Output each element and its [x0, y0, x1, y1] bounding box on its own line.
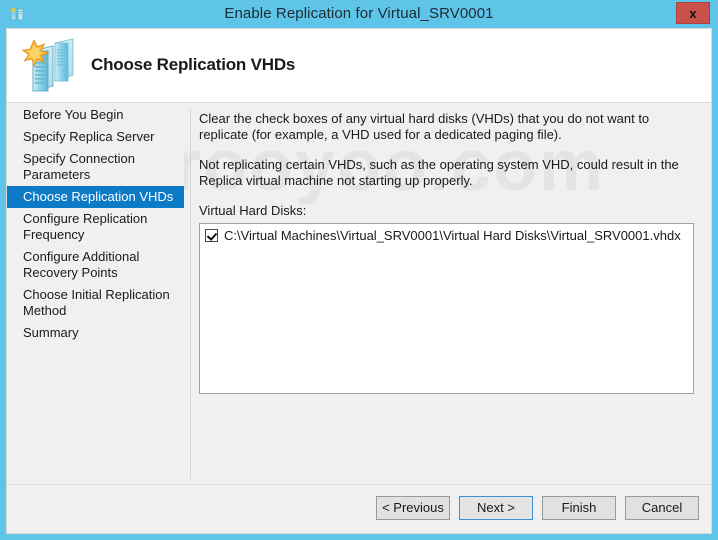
sidebar-item-summary[interactable]: Summary	[7, 322, 184, 344]
vhd-path: C:\Virtual Machines\Virtual_SRV0001\Virt…	[224, 228, 681, 243]
sidebar-item-before-you-begin[interactable]: Before You Begin	[7, 104, 184, 126]
instruction-paragraph-2: Not replicating certain VHDs, such as th…	[199, 157, 679, 188]
vhd-list-label: Virtual Hard Disks:	[199, 203, 307, 218]
page-title: Choose Replication VHDs	[91, 55, 296, 74]
next-button[interactable]: Next >	[459, 496, 533, 520]
wizard-header: Choose Replication VHDs	[7, 29, 711, 103]
sidebar-item-configure-replication-frequency[interactable]: Configure Replication Frequency	[7, 208, 184, 246]
cancel-button[interactable]: Cancel	[625, 496, 699, 520]
sidebar-item-label: Specify Replica Server	[23, 129, 155, 144]
sidebar-item-label: Summary	[23, 325, 79, 340]
sidebar-item-label: Configure Replication Frequency	[23, 211, 148, 242]
list-item[interactable]: C:\Virtual Machines\Virtual_SRV0001\Virt…	[200, 224, 693, 243]
wizard-step-nav: Before You Begin Specify Replica Server Sp…	[7, 104, 184, 479]
close-icon[interactable]: x	[676, 2, 710, 24]
replication-servers-icon	[19, 33, 83, 97]
vertical-divider	[190, 109, 191, 479]
sidebar-item-label: Configure Additional Recovery Points	[23, 249, 140, 280]
instruction-paragraph-1: Clear the check boxes of any virtual har…	[199, 111, 650, 142]
sidebar-item-choose-replication-vhds[interactable]: Choose Replication VHDs	[7, 186, 184, 208]
previous-button[interactable]: < Previous	[376, 496, 450, 520]
vhd-listbox[interactable]: C:\Virtual Machines\Virtual_SRV0001\Virt…	[199, 223, 694, 394]
vhd-checkbox[interactable]	[205, 229, 218, 242]
sidebar-item-specify-connection-parameters[interactable]: Specify Connection Parameters	[7, 148, 184, 186]
window-title: Enable Replication for Virtual_SRV0001	[224, 5, 494, 22]
enable-replication-wizard-window: Enable Replication for Virtual_SRV0001 x	[0, 0, 718, 540]
dialog-client-area: Choose Replication VHDs firooyoo.com Bef…	[6, 28, 712, 534]
title-bar: Enable Replication for Virtual_SRV0001 x	[0, 0, 718, 28]
finish-button[interactable]: Finish	[542, 496, 616, 520]
sidebar-item-label: Choose Initial Replication Method	[23, 287, 170, 318]
sidebar-item-label: Choose Replication VHDs	[23, 189, 174, 204]
dialog-footer: < Previous Next > Finish Cancel	[7, 485, 711, 533]
main-content: Clear the check boxes of any virtual har…	[199, 111, 703, 394]
sidebar-item-label: Before You Begin	[23, 107, 124, 122]
sidebar-item-specify-replica-server[interactable]: Specify Replica Server	[7, 126, 184, 148]
sidebar-item-label: Specify Connection Parameters	[23, 151, 136, 182]
sidebar-item-configure-additional-recovery-points[interactable]: Configure Additional Recovery Points	[7, 246, 184, 284]
sidebar-item-choose-initial-replication-method[interactable]: Choose Initial Replication Method	[7, 284, 184, 322]
button-row: < Previous Next > Finish Cancel	[376, 496, 699, 520]
